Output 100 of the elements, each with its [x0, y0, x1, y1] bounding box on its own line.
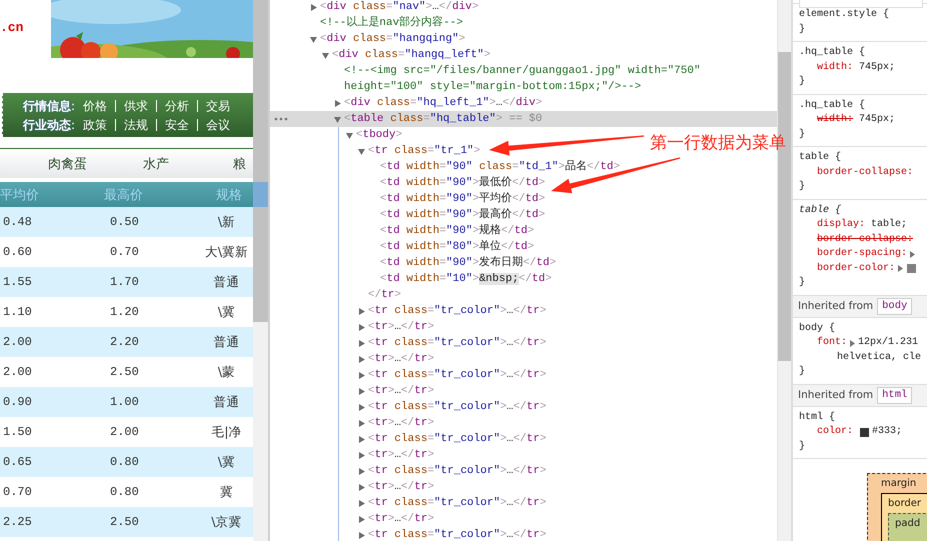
dom-node-line[interactable]: <tr class="tr_color">…</tr>: [368, 335, 546, 351]
dom-node-line[interactable]: <tr class="tr_color">…</tr>: [368, 367, 546, 383]
dom-node-line[interactable]: <div class="hq_left_1">…</div>: [344, 95, 542, 111]
css-property[interactable]: width:: [817, 113, 854, 128]
css-selector: body {: [798, 322, 836, 336]
css-property[interactable]: color:: [817, 425, 854, 440]
nav-link[interactable]: 政策: [75, 118, 116, 130]
table-cell-text: 0.80: [110, 485, 140, 499]
dom-node-line[interactable]: <td width="90">规格</td>: [380, 223, 534, 239]
table-cell-text: 1.50: [2, 425, 33, 439]
nav-link[interactable]: 安全: [157, 118, 198, 130]
closing-tag-line[interactable]: </tr>: [368, 287, 402, 303]
dom-node-line[interactable]: <tr class="tr_color">…</tr>: [368, 527, 546, 541]
disclosure-triangle-icon[interactable]: [358, 388, 365, 394]
disclosure-triangle-icon[interactable]: [358, 452, 365, 458]
dom-node-line[interactable]: <tr class="tr_color">…</tr>: [368, 399, 546, 415]
more-icon[interactable]: [274, 117, 288, 121]
dom-node-line[interactable]: <div class="hangqing">: [320, 31, 466, 47]
nav-link[interactable]: 价格: [75, 100, 116, 112]
dom-node-line[interactable]: <tr class="tr_color">…</tr>: [368, 463, 546, 479]
disclosure-triangle-icon[interactable]: [358, 436, 365, 442]
nav-link[interactable]: 供求: [116, 100, 158, 112]
column-header: 平均价: [0, 186, 40, 204]
css-property[interactable]: border-collapse:: [817, 166, 914, 180]
dom-node-line[interactable]: <td width="90">平均价</td>: [380, 191, 546, 207]
expand-triangle-icon[interactable]: [910, 250, 916, 258]
disclosure-triangle-icon[interactable]: [358, 356, 365, 362]
disclosure-triangle-icon[interactable]: [358, 148, 365, 154]
disclosure-triangle-icon[interactable]: [358, 500, 365, 506]
nav-link[interactable]: 分析: [157, 100, 198, 112]
expand-triangle-icon[interactable]: [898, 265, 904, 272]
dom-node-line[interactable]: <td width="90">发布日期</td>: [380, 255, 556, 271]
dom-node-line[interactable]: <tr>…</tr>: [368, 415, 434, 431]
disclosure-triangle-icon[interactable]: [358, 324, 365, 330]
dom-node-line[interactable]: <tr class="tr_1">: [368, 143, 480, 159]
closing-brace: }: [798, 75, 806, 89]
dom-node-line[interactable]: <tbody>: [356, 127, 402, 143]
dom-node-line[interactable]: <td width="90">最低价</td>: [380, 175, 546, 191]
nav-link[interactable]: 会议: [198, 118, 238, 130]
dom-node-line[interactable]: <tr>…</tr>: [368, 351, 434, 367]
disclosure-triangle-icon[interactable]: [358, 420, 365, 426]
disclosure-triangle-icon[interactable]: [358, 308, 365, 314]
selection-highlight[interactable]: <table class="hq_table"> == $0: [270, 111, 777, 127]
source-tag[interactable]: html: [877, 386, 912, 404]
dom-node-line[interactable]: <tr>…</tr>: [368, 511, 434, 527]
disclosure-triangle-icon[interactable]: [334, 100, 341, 106]
css-selector: element.style {: [798, 8, 890, 22]
css-property[interactable]: width:: [817, 60, 854, 75]
disclosure-triangle-icon[interactable]: [310, 4, 317, 10]
nav-link[interactable]: 交易: [198, 100, 238, 112]
disclosure-triangle-icon[interactable]: [334, 116, 341, 122]
dom-node-line[interactable]: <td width="10">&nbsp;</td>: [380, 271, 552, 287]
dom-node-line[interactable]: <td width="90">最高价</td>: [380, 207, 546, 223]
source-tag[interactable]: body: [877, 298, 912, 314]
table-cell-text: 0.60: [2, 245, 33, 259]
dom-node-line[interactable]: <tr class="tr_color">…</tr>: [368, 495, 546, 511]
dom-node-line[interactable]: <tr>…</tr>: [368, 383, 434, 399]
color-swatch[interactable]: [907, 264, 916, 274]
disclosure-triangle-icon[interactable]: [358, 532, 365, 538]
css-property[interactable]: display:: [817, 218, 866, 232]
dom-node-line[interactable]: <tr class="tr_color">…</tr>: [368, 431, 546, 447]
css-property[interactable]: border-color:: [817, 262, 896, 276]
color-swatch[interactable]: [860, 428, 870, 437]
disclosure-triangle-icon[interactable]: [358, 468, 365, 474]
disclosure-triangle-icon[interactable]: [358, 484, 365, 490]
category-tab[interactable]: 水产: [143, 154, 169, 172]
dom-node-line[interactable]: <tr>…</tr>: [368, 319, 434, 335]
disclosure-triangle-icon[interactable]: [358, 372, 365, 378]
dom-node-line[interactable]: <tr>…</tr>: [368, 447, 434, 463]
closing-brace: }: [798, 180, 806, 194]
css-property[interactable]: border-spacing:: [817, 247, 908, 262]
scrollbar-thumb[interactable]: [253, 0, 268, 322]
comment-line[interactable]: <!--以上是nav部分内容-->: [320, 15, 464, 31]
comment-line[interactable]: <!--<img src="/files/banner/guanggao1.jpg" width="750" height="100" style="margin-bottom:15px;"/>-->: [344, 63, 777, 95]
category-tab[interactable]: 肉禽蛋: [48, 154, 87, 172]
dom-node-line[interactable]: <div class="hangq_left">: [332, 47, 490, 63]
disclosure-triangle-icon[interactable]: [358, 404, 365, 410]
disclosure-triangle-icon[interactable]: [346, 132, 353, 138]
css-property[interactable]: border-collapse:: [817, 232, 914, 247]
dom-node-line[interactable]: <tr class="tr_color">…</tr>: [368, 303, 546, 319]
site-logo-text: .cn: [0, 20, 24, 35]
nav-link[interactable]: 法规: [116, 118, 158, 130]
css-selector: .hq_table {: [798, 98, 866, 112]
table-cell-text: 0.70: [110, 245, 140, 259]
expand-triangle-icon[interactable]: [850, 340, 856, 347]
css-value: table;: [871, 218, 908, 232]
disclosure-triangle-icon[interactable]: [358, 516, 365, 522]
css-property[interactable]: font:: [817, 336, 848, 350]
table-cell: \蒙: [218, 364, 236, 380]
dom-node-line[interactable]: <table class="hq_table"> == $0: [344, 111, 542, 127]
disclosure-triangle-icon[interactable]: [358, 340, 365, 346]
box-label: border: [888, 498, 922, 509]
disclosure-triangle-icon[interactable]: [310, 36, 317, 42]
dom-node-line[interactable]: <td width="80">单位</td>: [380, 239, 534, 255]
dom-node-line[interactable]: <div class="nav">…</div>: [320, 0, 479, 15]
category-tab[interactable]: 粮: [233, 154, 246, 172]
dom-node-line[interactable]: <td width="90" class="td_1">品名</td>: [380, 159, 620, 175]
dom-node-line[interactable]: <tr>…</tr>: [368, 479, 434, 495]
disclosure-triangle-icon[interactable]: [322, 52, 329, 58]
scrollbar[interactable]: [253, 0, 268, 541]
